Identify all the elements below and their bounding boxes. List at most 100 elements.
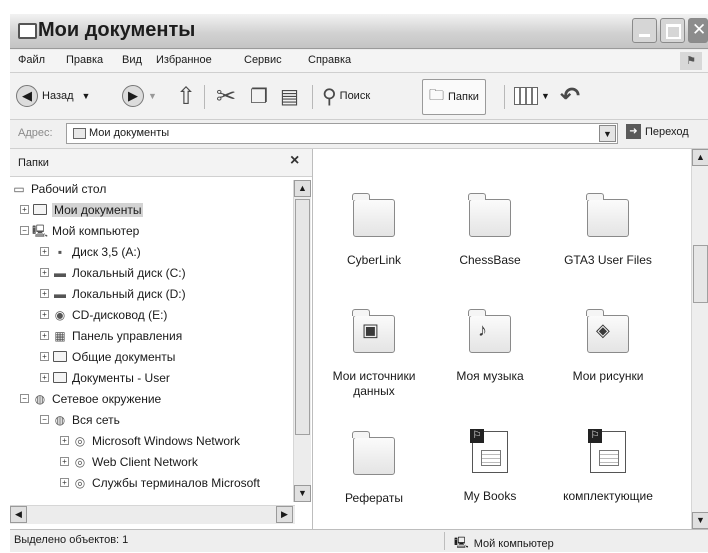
scissors-icon: ✂ <box>216 82 237 110</box>
location-label: Мой компьютер <box>473 537 554 550</box>
collapse-icon[interactable]: − <box>40 415 49 424</box>
file-item[interactable]: ♪ Моя музыка <box>431 309 549 384</box>
close-button[interactable] <box>688 18 708 43</box>
file-item[interactable]: My Books <box>431 429 549 504</box>
folders-button[interactable]: 🗀 Папки <box>422 79 486 115</box>
tree-item[interactable]: − ◍ Вся сеть <box>40 410 120 429</box>
paste-button[interactable]: ▤ <box>280 82 299 110</box>
cut-button[interactable]: ✂ <box>216 82 236 110</box>
go-button[interactable]: ➜ Переход <box>626 124 689 139</box>
expand-icon[interactable]: + <box>40 331 49 340</box>
menu-favorites[interactable]: Избранное <box>156 54 212 66</box>
expand-icon[interactable]: + <box>60 457 69 466</box>
tree-item[interactable]: + ▬ Локальный диск (C:) <box>40 263 186 282</box>
tree-item-label: Рабочий стол <box>31 181 107 196</box>
tree-item[interactable]: + ◎ Microsoft Windows Network <box>60 431 240 450</box>
expand-icon[interactable]: + <box>20 205 29 214</box>
tree-item-label: Службы терминалов Microsoft <box>92 475 260 490</box>
scroll-down-icon[interactable]: ▼ <box>294 485 311 502</box>
close-icon[interactable]: × <box>290 152 299 170</box>
tree-item-label: Microsoft Windows Network <box>92 433 241 448</box>
expand-icon[interactable]: + <box>40 310 49 319</box>
scroll-up-icon[interactable]: ▲ <box>692 149 708 166</box>
file-item[interactable]: GTA3 User Files <box>549 193 667 268</box>
file-item[interactable]: ChessBase <box>431 193 549 268</box>
undo-button[interactable]: ↶ <box>560 82 580 110</box>
files-vertical-scrollbar[interactable]: ▲ ▼ <box>691 149 708 529</box>
expand-icon[interactable]: + <box>40 289 49 298</box>
address-field[interactable]: Мои документы ▼ <box>66 123 618 144</box>
expand-icon[interactable]: + <box>60 436 69 445</box>
tree-item[interactable]: + Документы - User <box>40 368 170 387</box>
forward-dropdown-icon[interactable]: ▼ <box>148 91 157 101</box>
document-shortcut-icon <box>588 429 626 473</box>
menu-view[interactable]: Вид <box>122 54 142 66</box>
tree-item[interactable]: + ◉ CD-дисковод (E:) <box>40 305 167 324</box>
minimize-button[interactable] <box>632 18 657 43</box>
back-arrow-icon: ◀ <box>16 85 38 107</box>
expand-icon[interactable]: + <box>40 268 49 277</box>
maximize-button[interactable] <box>660 18 685 43</box>
scroll-thumb[interactable] <box>693 245 708 303</box>
file-item[interactable]: Рефераты <box>315 431 433 506</box>
scroll-right-icon[interactable]: ▶ <box>276 506 293 523</box>
tree-item-label: Панель управления <box>72 328 183 343</box>
collapse-icon[interactable]: − <box>20 394 29 403</box>
tree-item-label: Диск 3,5 (A:) <box>72 244 141 259</box>
status-separator <box>444 532 445 550</box>
expand-icon[interactable]: + <box>40 373 49 382</box>
back-dropdown-icon[interactable]: ▼ <box>82 91 91 101</box>
expand-icon[interactable]: + <box>60 478 69 487</box>
back-button[interactable]: ◀ Назад ▼ <box>16 82 90 110</box>
computer-icon: 🖳 <box>454 537 469 549</box>
menu-file[interactable]: Файл <box>18 54 45 66</box>
file-label: GTA3 User Files <box>564 253 652 267</box>
tree-item[interactable]: ▭ Рабочий стол <box>12 179 106 198</box>
expand-icon[interactable]: + <box>40 352 49 361</box>
globe-icon: ◎ <box>74 475 86 490</box>
back-label: Назад <box>42 90 74 102</box>
title-bar[interactable]: Мои документы <box>10 14 708 49</box>
tree-item[interactable]: + Общие документы <box>40 347 175 366</box>
file-item[interactable]: ◈ Мои рисунки <box>549 309 667 384</box>
tree-item[interactable]: + ▪ Диск 3,5 (A:) <box>40 242 141 261</box>
tree-item[interactable]: − ◍ Сетевое окружение <box>20 389 161 408</box>
expand-icon[interactable]: + <box>40 247 49 256</box>
tree-item[interactable]: + ◎ Web Client Network <box>60 452 198 471</box>
copy-icon: ❐ <box>250 85 268 108</box>
computer-icon: 🖳 <box>32 223 49 238</box>
scroll-up-icon[interactable]: ▲ <box>294 180 311 197</box>
scroll-thumb[interactable] <box>295 199 310 435</box>
address-bar: Адрес: Мои документы ▼ ➜ Переход <box>10 120 708 149</box>
collapse-icon[interactable]: − <box>20 226 29 235</box>
search-button[interactable]: ⚲ Поиск <box>322 82 370 110</box>
selection-status: Выделено объектов: 1 <box>14 534 129 546</box>
copy-button[interactable]: ❐ <box>250 82 268 110</box>
up-button[interactable]: ⇧ <box>176 82 196 110</box>
menu-edit[interactable]: Правка <box>66 54 103 66</box>
views-button[interactable]: ▼ <box>514 82 550 110</box>
file-item[interactable]: комплектующие <box>549 429 667 504</box>
music-folder-icon: ♪ <box>468 309 511 353</box>
address-dropdown-icon[interactable]: ▼ <box>599 125 616 142</box>
forward-arrow-icon: ▶ <box>122 85 144 107</box>
tree-vertical-scrollbar[interactable]: ▲ ▼ <box>293 180 311 502</box>
folder-icon <box>352 431 395 475</box>
menu-tools[interactable]: Сервис <box>244 54 282 66</box>
document-shortcut-icon <box>470 429 508 473</box>
file-item[interactable]: CyberLink <box>315 193 433 268</box>
tree-item[interactable]: − 🖳 Мой компьютер <box>20 221 139 240</box>
scroll-left-icon[interactable]: ◀ <box>10 506 27 523</box>
file-item[interactable]: ▣ Мои источники данных <box>315 309 433 399</box>
toolbar-separator <box>312 85 313 109</box>
tree-item[interactable]: + ◎ Службы терминалов Microsoft <box>60 473 260 492</box>
tree-item[interactable]: + ▦ Панель управления <box>40 326 182 345</box>
menu-help[interactable]: Справка <box>308 54 351 66</box>
folder-icon <box>73 128 86 139</box>
tree-item[interactable]: + ▬ Локальный диск (D:) <box>40 284 186 303</box>
scroll-down-icon[interactable]: ▼ <box>692 512 708 529</box>
tree-item-label: Мой компьютер <box>52 223 140 238</box>
forward-button[interactable]: ▶ ▼ <box>122 82 157 110</box>
tree-horizontal-scrollbar[interactable]: ◀ ▶ <box>10 505 295 524</box>
tree-item[interactable]: + Мои документы <box>20 200 144 219</box>
